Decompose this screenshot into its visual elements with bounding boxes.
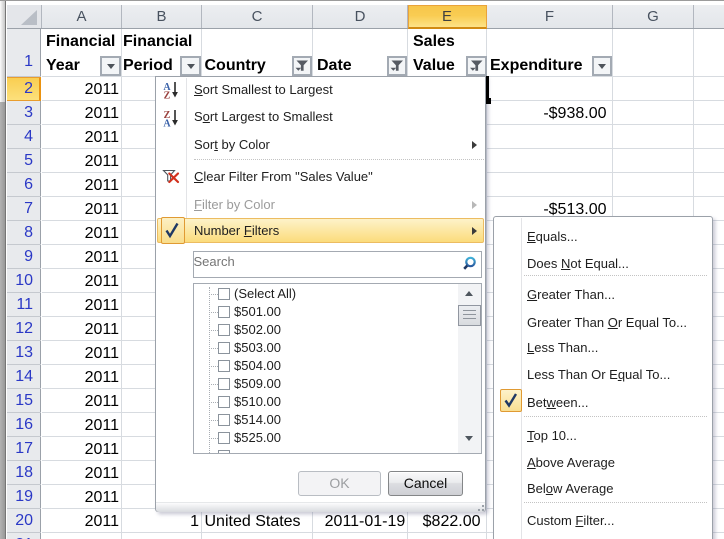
- svg-text:Z: Z: [164, 90, 171, 99]
- svg-text:A: A: [163, 118, 171, 127]
